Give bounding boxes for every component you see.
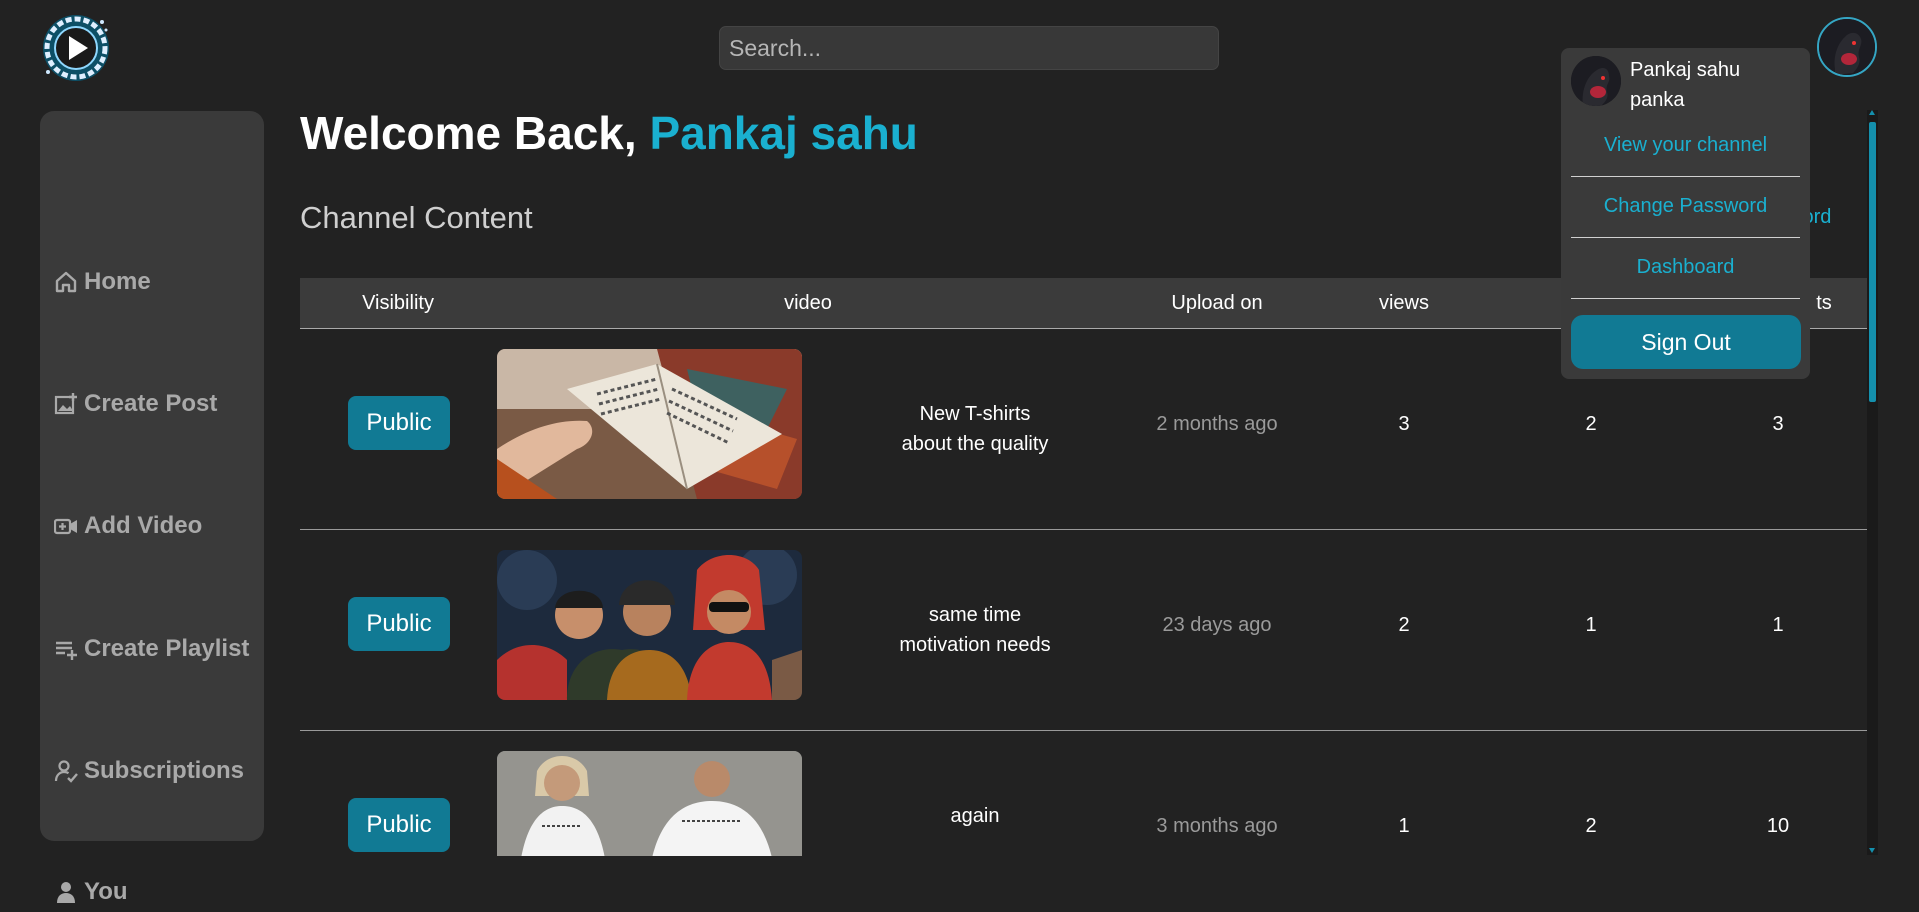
video-thumbnail[interactable] xyxy=(497,349,802,499)
visibility-badge[interactable]: Public xyxy=(348,597,450,651)
views-count: 1 xyxy=(1398,815,1410,837)
user-icon xyxy=(57,882,75,903)
image-plus-icon xyxy=(54,393,77,415)
change-password-link[interactable]: Change Password xyxy=(1561,195,1810,218)
video-title-line: same time xyxy=(928,604,1022,626)
video-title[interactable]: again xyxy=(865,801,1085,831)
playlist-add-icon xyxy=(56,641,77,660)
sidebar-item-subscriptions[interactable]: Subscriptions xyxy=(54,751,244,791)
dropdown-username: panka xyxy=(1630,89,1685,111)
table-row[interactable]: Public same time motivation needs 23 day… xyxy=(300,530,1867,731)
visibility-badge[interactable]: Public xyxy=(348,396,450,450)
upload-date: 2 months ago xyxy=(1156,413,1278,435)
upload-date: 3 months ago xyxy=(1156,815,1278,837)
dropdown-avatar xyxy=(1571,56,1621,106)
likes-count: 1 xyxy=(1585,614,1597,636)
scrollbar-thumb[interactable] xyxy=(1869,122,1876,402)
welcome-username: Pankaj sahu xyxy=(649,107,918,159)
sidebar-item-label: You xyxy=(84,878,128,905)
sign-out-button[interactable]: Sign Out xyxy=(1571,315,1801,369)
sidebar-item-create-post[interactable]: Create Post xyxy=(54,384,217,424)
video-title-line: again xyxy=(950,805,1000,827)
dropdown-full-name: Pankaj sahu xyxy=(1630,59,1741,81)
comments-count: 10 xyxy=(1766,815,1790,837)
dropdown-divider xyxy=(1571,176,1800,177)
sidebar-item-label: Subscriptions xyxy=(84,757,245,784)
vertical-scrollbar[interactable] xyxy=(1867,110,1878,855)
comments-count: 3 xyxy=(1772,413,1784,435)
profile-dropdown: Pankaj sahu panka View your channel Chan… xyxy=(1561,48,1810,379)
welcome-prefix: Welcome Back, xyxy=(300,107,637,159)
header-comments: ts xyxy=(1816,292,1832,314)
section-title: Channel Content xyxy=(300,200,533,235)
upload-date: 23 days ago xyxy=(1162,614,1272,636)
search-input[interactable] xyxy=(719,26,1219,70)
app-logo[interactable] xyxy=(40,12,112,82)
video-thumbnail[interactable] xyxy=(497,751,802,856)
welcome-heading: Welcome Back, Pankaj sahu xyxy=(300,106,918,160)
sidebar-item-create-playlist[interactable]: Create Playlist xyxy=(54,629,249,669)
likes-count: 2 xyxy=(1585,413,1597,435)
video-title-line: about the quality xyxy=(901,433,1049,455)
video-title-line: motivation needs xyxy=(899,634,1051,656)
sidebar-item-add-video[interactable]: Add Video xyxy=(54,506,202,546)
visibility-badge[interactable]: Public xyxy=(348,798,450,852)
dashboard-link[interactable]: Dashboard xyxy=(1561,256,1810,279)
sidebar: Home Create Post Add Video Create Playli… xyxy=(40,111,264,905)
video-title-line: New T-shirts xyxy=(919,403,1031,425)
header-upload-on: Upload on xyxy=(1171,292,1263,314)
header-video: video xyxy=(784,292,832,314)
sidebar-item-label: Create Playlist xyxy=(84,635,250,662)
header-views: views xyxy=(1378,292,1430,314)
dropdown-divider xyxy=(1571,298,1800,299)
sidebar-item-home[interactable]: Home xyxy=(54,262,151,302)
video-thumbnail[interactable] xyxy=(497,550,802,700)
video-title[interactable]: same time motivation needs xyxy=(865,600,1085,660)
likes-count: 2 xyxy=(1585,815,1597,837)
dropdown-divider xyxy=(1571,237,1800,238)
view-channel-link[interactable]: View your channel xyxy=(1561,134,1810,157)
header-visibility: Visibility xyxy=(362,292,434,314)
views-count: 3 xyxy=(1398,413,1410,435)
sidebar-item-you[interactable]: You xyxy=(54,872,128,912)
scroll-down-arrow[interactable] xyxy=(1869,848,1875,853)
sidebar-item-label: Create Post xyxy=(84,390,218,417)
home-icon xyxy=(55,271,77,293)
comments-count: 1 xyxy=(1772,614,1784,636)
user-avatar-button[interactable] xyxy=(1817,17,1877,77)
video-title[interactable]: New T-shirts about the quality xyxy=(865,399,1085,459)
video-plus-icon xyxy=(54,518,77,535)
user-check-icon xyxy=(54,760,78,783)
scroll-up-arrow[interactable] xyxy=(1869,110,1875,115)
sidebar-item-label: Add Video xyxy=(84,512,203,539)
views-count: 2 xyxy=(1398,614,1410,636)
table-row[interactable]: Public again 3 months ago 1 2 10 xyxy=(300,731,1867,856)
sidebar-item-label: Home xyxy=(84,268,151,295)
